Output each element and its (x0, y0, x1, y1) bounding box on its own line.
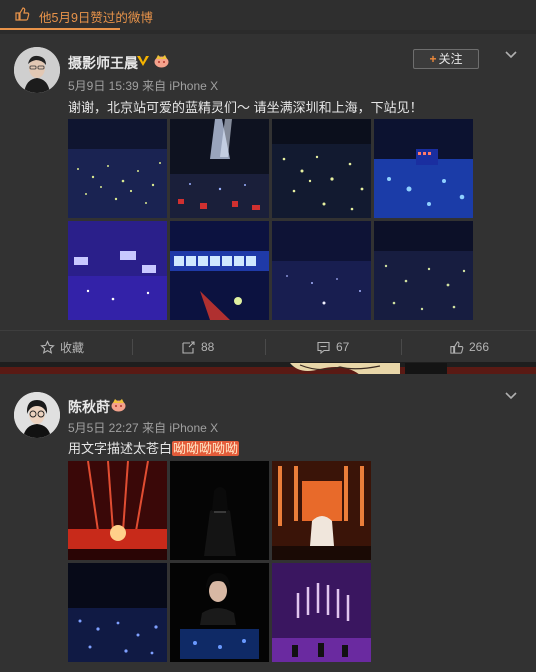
liked-weibo-header: 他5月9日赞过的微博 (0, 0, 536, 30)
avatar[interactable] (14, 392, 60, 438)
emoji-text: 呦呦呦呦呦 (172, 441, 240, 456)
thumbs-up-icon (450, 340, 464, 354)
username[interactable]: 摄影师王晨 (68, 53, 138, 73)
member-crown-icon (154, 55, 169, 68)
photo-thumbnail[interactable] (170, 221, 269, 320)
weibo-post-2: 陈秋莳 5月5日 22:27 来自 iPhone X 用文字描述太苍白呦呦呦呦呦 (0, 374, 536, 672)
source-prefix: 来自 (142, 79, 167, 93)
timestamp[interactable]: 5月9日 15:39 (68, 79, 139, 93)
avatar[interactable] (14, 47, 60, 93)
chevron-down-icon[interactable] (503, 390, 519, 402)
photo-thumbnail[interactable] (374, 221, 473, 320)
action-separator (401, 339, 402, 355)
action-separator (265, 339, 266, 355)
tab-underline (0, 28, 120, 30)
photo-thumbnail[interactable] (272, 461, 371, 560)
action-bar: 收藏 88 67 266 (0, 330, 536, 362)
photo-thumbnail[interactable] (272, 563, 371, 662)
photo-thumbnail[interactable] (374, 119, 473, 218)
header-label: 他5月9日赞过的微博 (39, 11, 153, 25)
repost-button[interactable]: 88 (181, 331, 214, 363)
photo-thumbnail[interactable] (68, 461, 167, 560)
source-device: iPhone X (169, 79, 219, 93)
photo-grid (68, 119, 473, 320)
photo-thumbnail[interactable] (272, 221, 371, 320)
photo-grid (68, 461, 371, 662)
photo-thumbnail[interactable] (170, 563, 269, 662)
like-button[interactable]: 266 (449, 331, 489, 363)
username[interactable]: 陈秋莳 (68, 397, 110, 417)
card-divider (0, 362, 536, 374)
source-device: iPhone X (169, 421, 219, 435)
post-meta: 5月5日 22:27 来自 iPhone X (68, 419, 218, 436)
timestamp[interactable]: 5月5日 22:27 (68, 421, 139, 435)
thumbs-up-icon (15, 7, 30, 21)
post-text: 用文字描述太苍白呦呦呦呦呦 (68, 441, 240, 456)
photo-thumbnail[interactable] (170, 461, 269, 560)
post-meta: 5月9日 15:39 来自 iPhone X (68, 77, 218, 94)
photo-thumbnail[interactable] (68, 563, 167, 662)
photo-thumbnail[interactable] (272, 119, 371, 218)
comment-icon (317, 341, 330, 354)
action-separator (132, 339, 133, 355)
weibo-post-1: 摄影师王晨 + 关注 5月9日 15:39 来自 iPhone X 谢谢，北京站可… (0, 34, 536, 362)
post-text: 谢谢，北京站可爱的蓝精灵们～ 请坐满深圳和上海，下站见！ (68, 100, 423, 115)
favorite-button[interactable]: 收藏 (40, 331, 84, 363)
repost-icon (182, 340, 195, 354)
plus-icon: + (429, 52, 437, 66)
source-prefix: 来自 (142, 421, 167, 435)
verified-v-icon (137, 56, 149, 66)
follow-button[interactable]: + 关注 (413, 49, 479, 69)
photo-thumbnail[interactable] (68, 221, 167, 320)
comment-button[interactable]: 67 (316, 331, 349, 363)
chevron-down-icon[interactable] (503, 49, 519, 61)
member-crown-icon (111, 399, 126, 412)
star-icon (40, 339, 55, 354)
photo-thumbnail[interactable] (170, 119, 269, 218)
photo-thumbnail[interactable] (68, 119, 167, 218)
